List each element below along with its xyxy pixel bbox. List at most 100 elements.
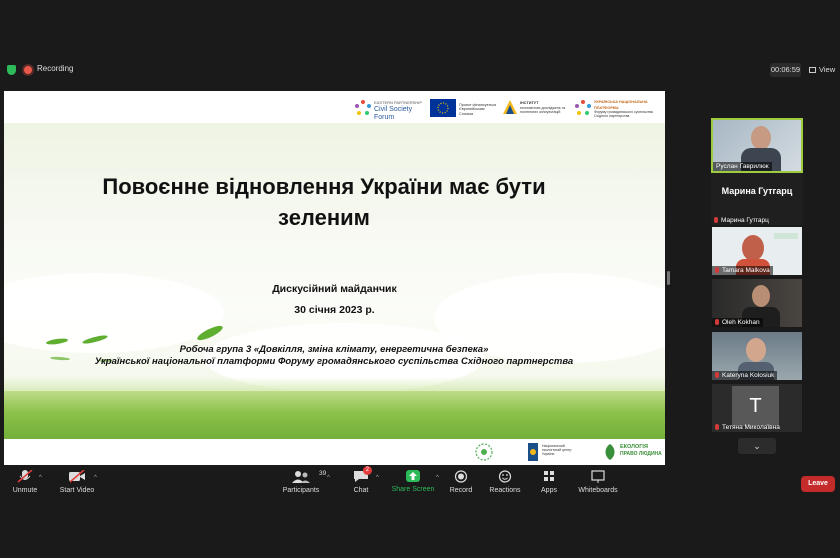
chat-options-chevron-icon[interactable]: ^ [376,475,379,481]
share-screen-icon [406,470,420,482]
chat-icon: 2 [352,466,372,483]
slide-working-group: Робоча група 3 «Довкілля, зміна клімату,… [94,344,574,368]
muted-mic-icon [714,217,718,223]
participant-name: Oleh Kokhan [722,319,760,326]
slide-title: Повоєнне відновлення України має бути зе… [102,174,546,230]
platform-text: Форуму громадянського суспільства Східно… [594,110,653,118]
chat-button[interactable]: 2 Chat [349,466,373,494]
slide-footer-logos: Національний екологічний центр України Е… [4,439,665,465]
record-label: Record [449,487,473,494]
participant-tile-oleh[interactable]: Oleh Kokhan [712,279,802,327]
share-screen-label: Share Screen [391,486,435,493]
share-screen-button[interactable]: Share Screen [391,470,435,493]
participant-face [742,235,764,261]
muted-mic-icon [715,424,719,430]
unmute-label: Unmute [12,487,38,494]
whiteboard-icon [589,470,607,483]
participant-tile-tetiana[interactable]: T Тетяна Миколаївна [712,384,802,432]
reactions-button[interactable]: Reactions [489,470,521,494]
background-logo [774,233,798,239]
platform-logo: УКРАЇНСЬКА НАЦІОНАЛЬНА ПЛАТФОРМА Форуму … [574,97,662,119]
meeting-top-bar: Recording 00:06:59 View [0,60,840,80]
encryption-shield-icon[interactable] [7,65,16,75]
muted-mic-icon [715,372,719,378]
participant-face [751,126,771,150]
chat-unread-badge: 2 [362,466,372,475]
participant-name-row: Kateryna Kolosiuk [712,371,778,380]
audio-options-chevron-icon[interactable]: ^ [39,475,42,481]
reactions-smiley-icon [496,470,514,483]
participant-name: Tamara Malkova [722,267,770,274]
working-group-line-2: Української національної платформи Форум… [94,356,574,367]
participant-face [752,285,770,307]
participants-icon: 39 [292,470,326,483]
participant-tile-tamara[interactable]: Tamara Malkova [712,227,802,275]
participant-face [746,338,766,362]
video-options-chevron-icon[interactable]: ^ [94,475,97,481]
participant-avatar: T [732,386,779,426]
record-button[interactable]: Record [448,470,474,494]
eco-law-logo-icon [605,444,615,460]
muted-mic-icon [715,267,719,273]
unmute-button[interactable]: Unmute [8,469,42,494]
shared-slide: EASTERN PARTNERSHIP Civil Society Forum … [4,91,665,465]
apps-button[interactable]: Apps [537,470,561,494]
eu-text: Проект фінансується Європейським Союзом [459,103,497,116]
participant-name-row: Марина Гутгарц [711,216,772,225]
apps-label: Apps [541,487,557,494]
view-label: View [819,65,836,74]
participants-button[interactable]: 39 Participants [281,470,327,494]
scroll-down-chevron-icon[interactable]: ⌄ [738,438,776,454]
participant-tile-ruslan[interactable]: Руслан Гаврилюк [711,118,803,173]
eco-law-line-2: ПРАВО ЛЮДИНА [620,451,662,457]
institute-logo: ІНСТИТУТ економічних досліджень та політ… [502,99,572,119]
eu-flag-logo [430,99,456,117]
participant-big-name: Марина Гутгарц [721,186,793,196]
share-options-chevron-icon[interactable]: ^ [436,475,439,481]
slide-date: 30 січня 2023 р. [294,304,375,316]
start-video-label: Start Video [59,487,95,494]
muted-mic-icon [715,319,719,325]
apps-grid-icon [540,470,558,483]
working-group-line-1: Робоча група 3 «Довкілля, зміна клімату,… [179,344,489,355]
participant-name-row: Тетяна Миколаївна [712,423,783,432]
reactions-label: Reactions [489,487,521,494]
participant-name: Тетяна Миколаївна [722,424,780,431]
participant-name-row: Oleh Kokhan [712,318,763,327]
participant-name: Марина Гутгарц [721,217,769,224]
csf-logo: EASTERN PARTNERSHIP Civil Society Forum [354,97,429,121]
grid-view-icon [809,67,816,73]
participant-name-row: Tamara Malkova [712,266,773,275]
record-icon [452,470,470,483]
institute-text: економічних досліджень та політичних кон… [520,106,566,114]
start-video-button[interactable]: Start Video [58,469,96,494]
video-off-icon [68,469,86,483]
participants-options-chevron-icon[interactable]: ^ [327,475,330,481]
platform-star-icon [575,100,591,115]
necu-text: Національний екологічний центр України [542,444,572,456]
whiteboards-button[interactable]: Whiteboards [577,470,619,494]
institute-triangle-icon [503,100,517,114]
chat-label: Chat [353,487,369,494]
eu-stars-icon [437,102,449,114]
slide-subtitle: Дискусійний майданчик [272,283,397,295]
slide-header-logos: EASTERN PARTNERSHIP Civil Society Forum … [4,91,665,123]
meeting-toolbar: Unmute ^ Start Video ^ 39 Participants ^… [0,466,840,502]
eco-law-line-1: ЕКОЛОГІЯ [620,444,648,450]
panel-resize-handle[interactable] [667,271,670,285]
participant-name: Kateryna Kolosiuk [722,372,775,379]
participant-tile-maryna[interactable]: Марина Гутгарц Марина Гутгарц [711,173,803,225]
view-button[interactable]: View [809,62,835,78]
participants-count: 39 [319,470,327,477]
csf-star-icon [355,100,371,115]
participant-tile-kateryna[interactable]: Kateryna Kolosiuk [712,332,802,380]
muted-microphone-icon [16,469,34,483]
participants-label: Participants [282,487,320,494]
slide-grass [4,391,665,439]
recording-label: Recording [37,64,74,73]
participant-name: Руслан Гаврилюк [713,162,772,171]
whiteboards-label: Whiteboards [578,487,618,494]
meeting-timer: 00:06:59 [770,63,801,77]
leave-button[interactable]: Leave [801,476,835,492]
ngo-leaf-logo-icon [475,443,493,461]
